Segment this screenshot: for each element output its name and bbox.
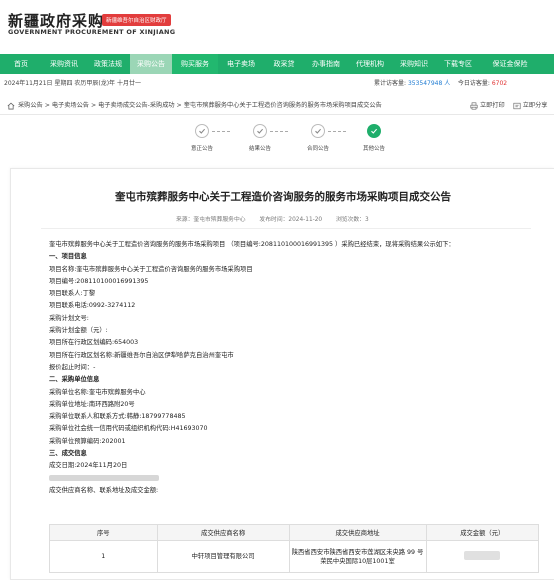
article-title: 奎屯市殡葬服务中心关于工程造价咨询服务的服务市场采购项目成交公告 (115, 191, 451, 203)
col-header-amount: 成交金额（元） (425, 524, 539, 541)
article-line: 项目联系人:丁黎 (49, 290, 96, 298)
article-line: 项目编号:208110100016991395 (49, 277, 149, 285)
total-visits-label: 累计访客量: (374, 80, 407, 87)
article-line: 采购单位名称:奎屯市殡葬服务中心 (49, 388, 146, 396)
article-line: 奎屯市殡葬服务中心关于工程造价咨询服务的服务市场采购项目 （项目编号:20811… (49, 241, 455, 248)
today-visits-value: 6702 (491, 80, 508, 87)
article-panel: 奎屯市殡葬服务中心关于工程造价咨询服务的服务市场采购项目成交公告 来源：奎屯市殡… (10, 168, 554, 580)
article-line: 采购单位地址:南环西路附20号 (49, 400, 135, 408)
visitor-stats: 累计访客量: 353547948 人 今日访客量: 6702 (374, 76, 507, 92)
nav-item[interactable]: 购买服务 (172, 54, 218, 74)
nav-item[interactable]: 采购公告 (130, 54, 172, 74)
article-source: 来源：奎屯市殡葬服务中心 (176, 217, 246, 223)
print-button[interactable]: 立即打印 (470, 97, 505, 115)
share-button[interactable]: 立即分享 (513, 97, 548, 115)
step-connector (270, 131, 288, 132)
col-header-supplier: 成交供应商名称 (156, 524, 290, 541)
result-table: 序号 成交供应商名称 成交供应商地址 成交金额（元） 1 中轩项目管理有限公司 … (49, 524, 539, 573)
table-row: 1 中轩项目管理有限公司 陕西省西安市陕西省西安市莲湖区未央路 99 号荣民中央… (49, 540, 539, 573)
article-line: 采购单位预算编码:202001 (49, 437, 126, 445)
step-connector (328, 131, 346, 132)
step-label: 合同公告 (306, 146, 329, 152)
article-line: 成交供应商名称、联系地址及成交金额: (49, 486, 159, 494)
article-line: 项目所在行政区划编码:654003 (49, 339, 139, 347)
nav-item[interactable]: 政策法规 (86, 54, 130, 74)
site-header: 新疆政府采购 新疆维吾尔自治区财政厅 GOVERNMENT PROCUREMEN… (0, 0, 554, 54)
check-icon (367, 124, 381, 138)
nav-item[interactable]: 办事指南 (304, 54, 348, 74)
article-publish-time: 发布时间：2024-11-20 (259, 217, 323, 223)
article-line: 采购计划金额（元）: (49, 327, 108, 335)
step-item: 其他公告 (352, 124, 396, 152)
step-item: 结果公告 (238, 124, 282, 152)
print-label: 立即打印 (480, 102, 505, 109)
check-icon (195, 124, 209, 138)
breadcrumb: 采购公告 > 电子卖场公告 > 电子卖场成交公告-采购成功 > 奎屯市殡葬服务中… (0, 97, 554, 115)
article-line (49, 473, 549, 485)
step-label: 其他公告 (362, 146, 385, 152)
step-label: 意正公告 (190, 146, 213, 152)
table-header-row: 序号 成交供应商名称 成交供应商地址 成交金额（元） (49, 524, 539, 541)
col-header-no: 序号 (49, 524, 158, 541)
article-views: 浏览次数：3 (335, 217, 369, 223)
info-bar: 2024年11月21日 星期四 农历甲辰(龙)年 十月廿一 累计访客量: 353… (0, 76, 554, 92)
divider (41, 228, 531, 229)
share-icon (513, 102, 521, 110)
check-icon (311, 124, 325, 138)
step-item: 意正公告 (180, 124, 224, 152)
article-line: 成交日期:2024年11月20日 (49, 462, 128, 470)
step-label: 结果公告 (248, 146, 271, 152)
article-tools: 立即打印 立即分享 (470, 97, 553, 118)
check-icon (253, 124, 267, 138)
site-logo-badge: 新疆维吾尔自治区财政厅 (102, 14, 171, 26)
article-line: 采购单位联系人和联系方式:韩静:18799778485 (49, 413, 186, 421)
site-logo-subtitle: GOVERNMENT PROCUREMENT OF XINJIANG (8, 28, 176, 36)
today-visits-label: 今日访客量: (457, 80, 490, 87)
nav-item[interactable]: 首页 (0, 54, 42, 74)
section-heading: 一、项目信息 (49, 253, 87, 261)
col-header-address: 成交供应商地址 (288, 524, 427, 541)
breadcrumb-path[interactable]: 采购公告 > 电子卖场公告 > 电子卖场成交公告-采购成功 > 奎屯市殡葬服务中… (18, 97, 382, 115)
current-date: 2024年11月21日 星期四 农历甲辰(龙)年 十月廿一 (4, 80, 141, 87)
row-supplier-address: 陕西省西安市陕西省西安市莲湖区未央路 99 号荣民中央国际10层1001室 (288, 540, 427, 573)
article-line: 项目名称:奎屯市殡葬服务中心关于工程造价咨询服务的服务市场采购项目 (49, 265, 253, 273)
section-heading: 二、采购单位信息 (49, 376, 100, 384)
nav-item[interactable]: 代理机构 (348, 54, 392, 74)
nav-item[interactable]: 电子卖场 (218, 54, 264, 74)
nav-item[interactable]: 政采贷 (264, 54, 304, 74)
total-visits-value: 353547948 人 (407, 80, 451, 87)
article-meta: 来源：奎屯市殡葬服务中心 发布时间：2024-11-20 浏览次数：3 (176, 214, 381, 223)
home-icon[interactable] (7, 102, 15, 110)
article-body: 奎屯市殡葬服务中心关于工程造价咨询服务的服务市场采购项目 （项目编号:20811… (49, 239, 549, 497)
row-amount-redacted (464, 550, 501, 560)
row-amount-cell (425, 540, 539, 573)
article-line: 项目联系电话:0992-3274112 (49, 302, 136, 310)
nav-item[interactable]: 采购资讯 (42, 54, 86, 74)
article-line: 报价起止时间：- (49, 363, 96, 371)
row-no: 1 (49, 540, 158, 573)
nav-item[interactable]: 采购知识 (392, 54, 436, 74)
article-line: 采购计划文号: (49, 314, 89, 322)
row-supplier-name: 中轩项目管理有限公司 (156, 540, 290, 573)
announcement-steps: 意正公告 结果公告 合同公告 其他公告 (180, 124, 410, 158)
redacted-text (49, 474, 159, 481)
nav-item[interactable]: 下载专区 (436, 54, 480, 74)
main-nav: 首页 采购资讯 政策法规 采购公告 购买服务 电子卖场 政采贷 办事指南 代理机构 采购知识 下载专… (0, 54, 554, 74)
article-line: 项目所在行政区划名称:新疆维吾尔自治区伊犁哈萨克自治州奎屯市 (49, 351, 234, 359)
share-label: 立即分享 (522, 102, 548, 109)
nav-item[interactable]: 保证金保险 (480, 54, 540, 74)
printer-icon (470, 102, 478, 110)
article-line: 采购单位社会统一信用代码或组织机构代码:H41693070 (49, 425, 208, 433)
step-item: 合同公告 (296, 124, 340, 152)
step-connector (212, 131, 230, 132)
section-heading: 三、成交信息 (49, 450, 87, 458)
